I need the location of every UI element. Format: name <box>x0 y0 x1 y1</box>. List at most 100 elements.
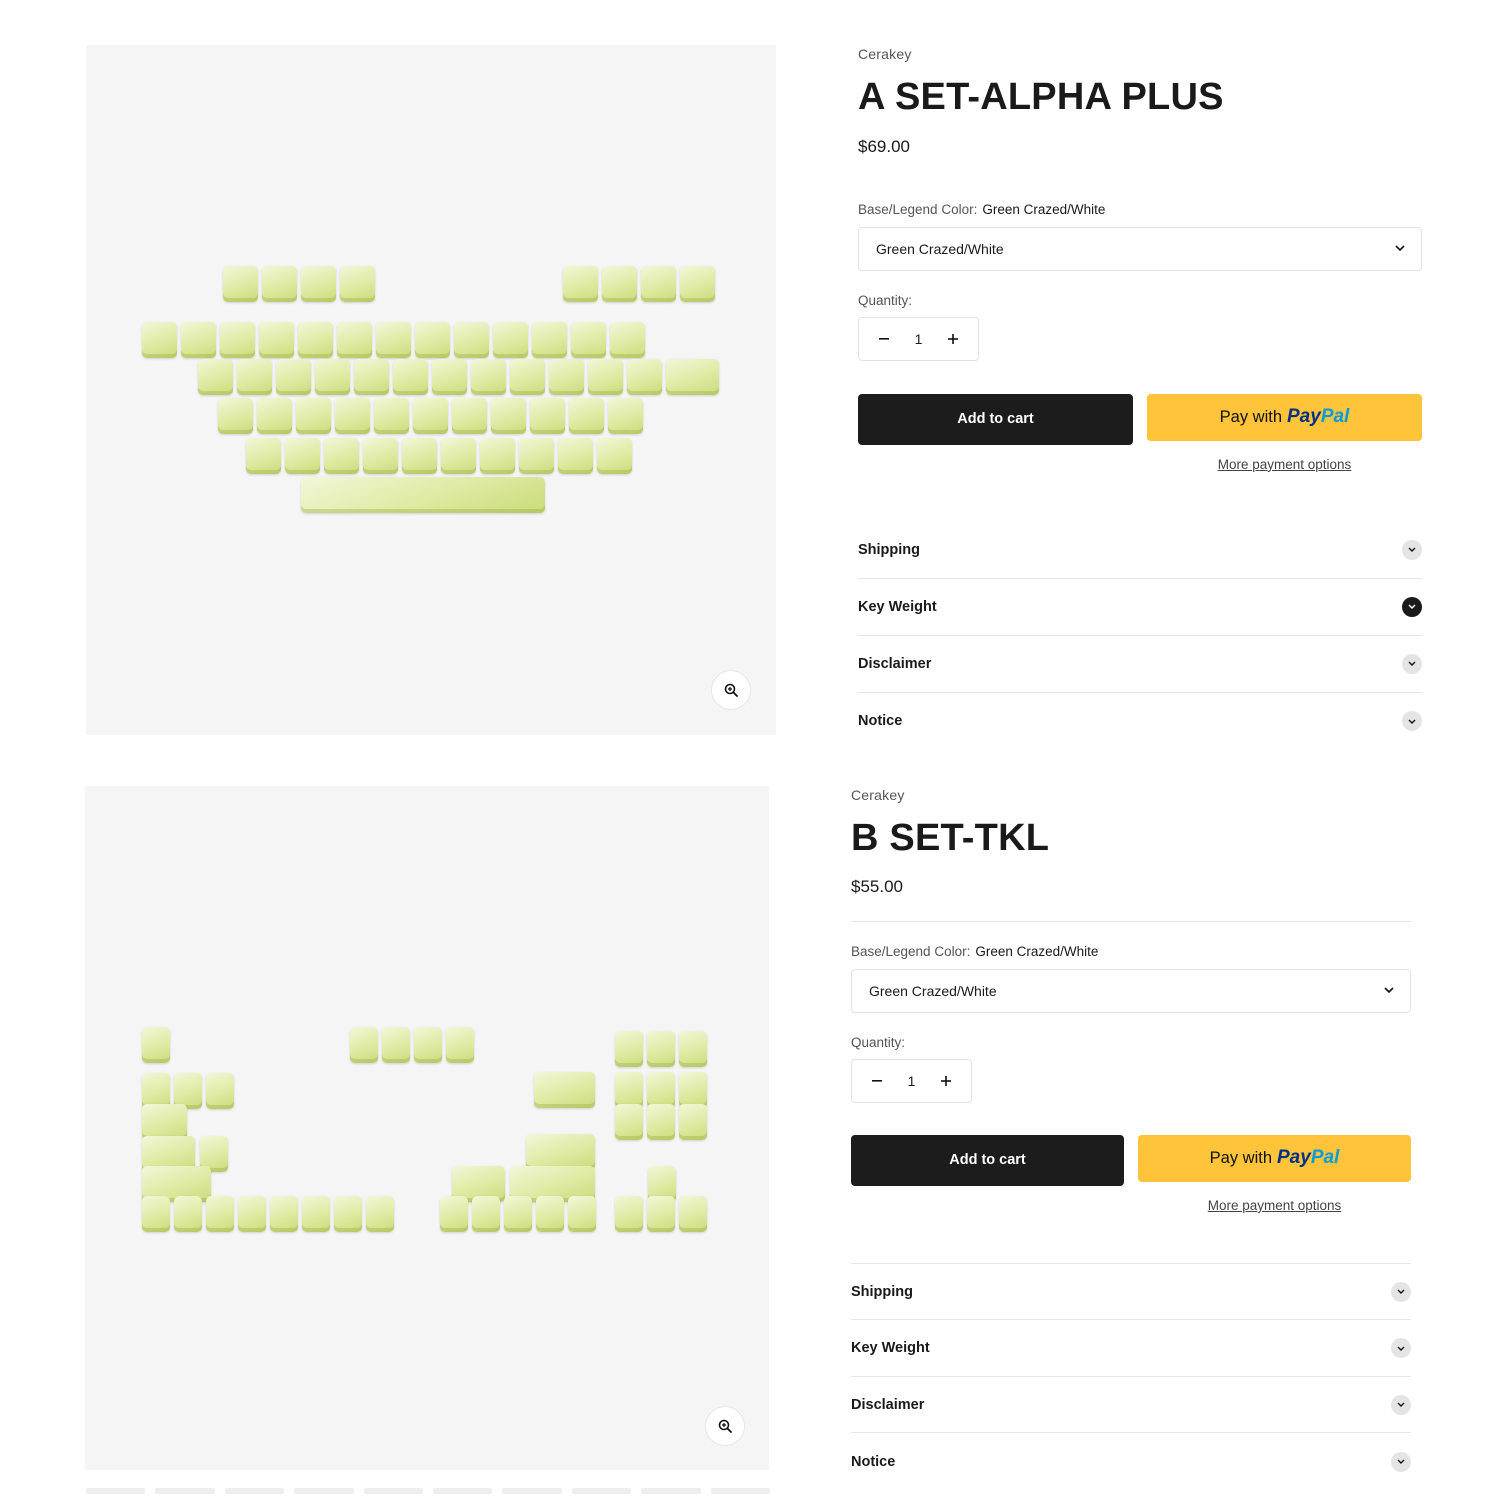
keycap <box>270 1196 298 1232</box>
keycap <box>571 322 606 358</box>
plus-icon <box>941 1075 951 1086</box>
select-value: Green Crazed/White <box>869 982 997 999</box>
product-accordion: Shipping Key Weight Disclaimer Notice <box>858 522 1422 750</box>
keycap <box>414 1027 442 1063</box>
keycap <box>519 438 554 474</box>
chevron-down-icon <box>1391 1338 1411 1359</box>
keycap <box>259 322 294 358</box>
zoom-button[interactable] <box>711 670 751 710</box>
keycap <box>174 1196 202 1232</box>
keycap <box>588 359 623 395</box>
keycap <box>296 398 331 434</box>
keycap <box>413 398 448 434</box>
keycap <box>335 398 370 434</box>
accordion-disclaimer[interactable]: Disclaimer <box>858 636 1422 693</box>
zoom-button[interactable] <box>705 1406 745 1446</box>
keycap <box>452 398 487 434</box>
increase-quantity-button[interactable] <box>935 1070 957 1092</box>
keycap <box>597 438 632 474</box>
increase-quantity-button[interactable] <box>942 328 964 350</box>
keycap <box>441 438 476 474</box>
paypal-button[interactable]: Pay with PayPal <box>1147 393 1422 441</box>
keycap <box>206 1196 234 1232</box>
chevron-down-icon <box>1391 1451 1411 1472</box>
add-to-cart-button[interactable]: Add to cart <box>851 1134 1124 1186</box>
accordion-key-weight[interactable]: Key Weight <box>858 579 1422 636</box>
option-selected-value: Green Crazed/White <box>975 943 1099 959</box>
quantity-input[interactable]: 1 <box>897 1073 927 1089</box>
keycap <box>415 322 450 358</box>
keycap <box>142 322 177 358</box>
keycap <box>536 1196 564 1232</box>
chevron-down-icon <box>1402 539 1422 560</box>
more-payment-options-link[interactable]: More payment options <box>1208 1198 1342 1213</box>
add-to-cart-button[interactable]: Add to cart <box>858 393 1133 445</box>
keycap <box>530 398 565 434</box>
accordion-shipping[interactable]: Shipping <box>851 1264 1411 1321</box>
accordion-label: Disclaimer <box>851 1396 925 1413</box>
keycap <box>382 1027 410 1063</box>
quantity-block: Quantity: 1 <box>851 1035 1411 1103</box>
accordion-label: Shipping <box>858 541 921 558</box>
keycap <box>366 1196 394 1232</box>
keycap <box>615 1031 643 1067</box>
keycap <box>615 1072 643 1108</box>
quantity-input[interactable]: 1 <box>904 331 934 347</box>
decrease-quantity-button[interactable] <box>873 328 895 350</box>
keycap <box>563 266 598 302</box>
keycap <box>440 1196 468 1232</box>
keycap <box>302 1196 330 1232</box>
vendor-link[interactable]: Cerakey <box>851 787 1411 803</box>
accordion-notice[interactable]: Notice <box>851 1433 1411 1490</box>
keycap <box>301 477 545 513</box>
option-label-text: Base/Legend Color: <box>851 943 971 959</box>
paypal-button[interactable]: Pay with PayPal <box>1138 1134 1411 1182</box>
keycap <box>206 1073 234 1109</box>
keycap <box>220 322 255 358</box>
keycap <box>324 438 359 474</box>
keycap <box>526 1134 595 1170</box>
accordion-shipping[interactable]: Shipping <box>858 522 1422 579</box>
keycap <box>181 322 216 358</box>
keycap <box>568 1196 596 1232</box>
accordion-notice[interactable]: Notice <box>858 693 1422 750</box>
keycap <box>627 359 662 395</box>
keycap <box>666 359 719 395</box>
keycap <box>446 1027 474 1063</box>
color-select[interactable]: Green Crazed/White <box>858 226 1422 271</box>
keycap <box>393 359 428 395</box>
product-price: $55.00 <box>851 876 903 896</box>
keycap <box>376 322 411 358</box>
decrease-quantity-button[interactable] <box>866 1070 888 1092</box>
minus-icon <box>879 337 889 340</box>
quantity-stepper: 1 <box>851 1058 972 1103</box>
accordion-disclaimer[interactable]: Disclaimer <box>851 1377 1411 1434</box>
zoom-in-icon <box>724 683 738 697</box>
vendor-link[interactable]: Cerakey <box>858 46 1422 62</box>
keycap <box>363 438 398 474</box>
paypal-prefix: Pay with <box>1219 407 1282 426</box>
thumbnail-strip[interactable] <box>86 1488 771 1494</box>
accordion-label: Notice <box>858 713 903 730</box>
keycap <box>257 398 292 434</box>
keycap <box>454 322 489 358</box>
keycap <box>262 266 297 302</box>
variant-picker: Base/Legend Color: Green Crazed/White Gre… <box>851 944 1411 1013</box>
keycap <box>679 1196 707 1232</box>
keycap <box>608 398 643 434</box>
color-select[interactable]: Green Crazed/White <box>851 968 1411 1013</box>
keycap <box>480 438 515 474</box>
paypal-logo: PayPal <box>1287 406 1350 428</box>
product-accordion: Shipping Key Weight Disclaimer Notice <box>851 1262 1411 1490</box>
keycap <box>510 359 545 395</box>
keycap <box>679 1031 707 1067</box>
keycap <box>354 359 389 395</box>
keycap <box>402 438 437 474</box>
keycap <box>558 438 593 474</box>
option-label: Base/Legend Color: Green Crazed/White <box>851 944 1411 959</box>
keycap <box>472 1196 500 1232</box>
accordion-key-weight[interactable]: Key Weight <box>851 1320 1411 1377</box>
keycap <box>491 398 526 434</box>
keycap <box>142 1027 170 1063</box>
more-payment-options-link[interactable]: More payment options <box>1218 457 1352 472</box>
